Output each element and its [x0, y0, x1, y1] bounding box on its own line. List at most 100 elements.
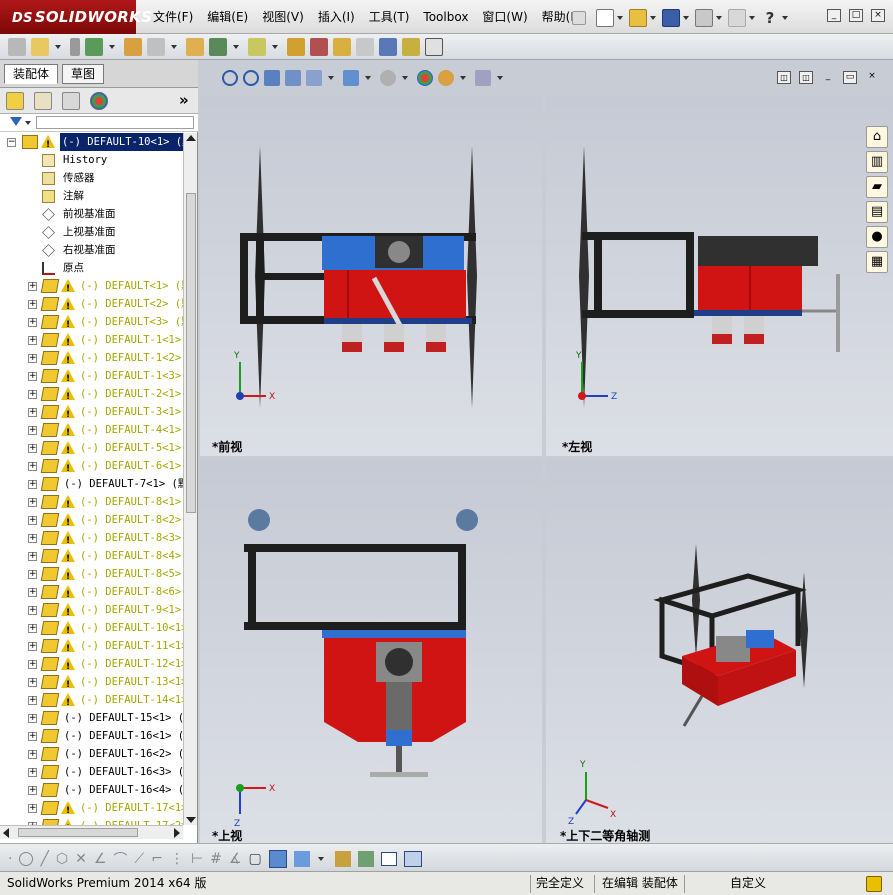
- viewport-front[interactable]: Y X *前视: [200, 96, 542, 456]
- minimize-icon[interactable]: _: [827, 9, 841, 22]
- component-color-icon[interactable]: [357, 851, 374, 867]
- view-settings-icon[interactable]: [475, 70, 491, 86]
- tree-item[interactable]: 右视基准面: [0, 241, 183, 259]
- tree-component[interactable]: + (-) DEFAULT-8<3>: [0, 529, 183, 550]
- display-mode-icon[interactable]: [293, 851, 310, 867]
- filter-icon[interactable]: [10, 117, 22, 126]
- tree-item[interactable]: 传感器: [0, 169, 183, 187]
- tree-component[interactable]: + (-) DEFAULT-1<2>: [0, 349, 183, 370]
- tree-component[interactable]: + (-) DEFAULT-8<4>: [0, 547, 183, 568]
- menu-item[interactable]: Toolbox: [416, 0, 475, 34]
- grid-icon[interactable]: #: [210, 851, 222, 867]
- expand-toggle-icon[interactable]: +: [28, 336, 37, 345]
- expand-toggle-icon[interactable]: +: [28, 750, 37, 759]
- expand-toggle-icon[interactable]: +: [28, 516, 37, 525]
- new-motion-study-icon[interactable]: [287, 37, 305, 56]
- apply-scene-icon[interactable]: [438, 70, 454, 86]
- shaded-cube-icon[interactable]: [268, 850, 287, 868]
- tree-item[interactable]: 原点: [0, 259, 183, 277]
- expand-toggle-icon[interactable]: +: [28, 678, 37, 687]
- polygon-icon[interactable]: ⬡: [56, 851, 68, 867]
- tree-component[interactable]: + (-) DEFAULT-6<1>: [0, 457, 183, 478]
- tree-component[interactable]: + (-) DEFAULT-17<1>: [0, 799, 183, 820]
- close-icon[interactable]: ×: [871, 9, 885, 22]
- print-icon[interactable]: [695, 9, 713, 27]
- assembly-transparency-icon[interactable]: [334, 851, 351, 867]
- interference-icon[interactable]: [379, 37, 397, 56]
- instant3d-icon[interactable]: [425, 37, 443, 56]
- graphics-area[interactable]: ◫ ◫ _ ▭ × Y X *前视 Y Z *左视 X Z *上视 Y X Z …: [200, 60, 893, 843]
- tree-component[interactable]: + (-) DEFAULT-15<1> (默: [0, 709, 183, 727]
- tree-component[interactable]: + (-) DEFAULT-8<2>: [0, 511, 183, 532]
- expand-toggle-icon[interactable]: +: [28, 300, 37, 309]
- expand-toggle-icon[interactable]: +: [28, 534, 37, 543]
- scroll-thumb[interactable]: [186, 193, 196, 513]
- tree-component[interactable]: + (-) DEFAULT-16<4> (默: [0, 781, 183, 799]
- tree-component[interactable]: + (-) DEFAULT-14<1>: [0, 691, 183, 712]
- menu-item[interactable]: 窗口(W): [475, 0, 534, 34]
- cube-icon[interactable]: ▢: [248, 851, 261, 867]
- custom-properties-icon[interactable]: ▦: [866, 251, 888, 273]
- expand-toggle-icon[interactable]: +: [28, 354, 37, 363]
- tree-component[interactable]: + (-) DEFAULT-8<6>: [0, 583, 183, 604]
- tree-component[interactable]: + (-) DEFAULT-12<1>: [0, 655, 183, 676]
- expand-toggle-icon[interactable]: +: [28, 732, 37, 741]
- expand-toggle-icon[interactable]: +: [28, 390, 37, 399]
- expand-toggle-icon[interactable]: +: [28, 498, 37, 507]
- rebuild-icon[interactable]: [866, 876, 882, 892]
- tree-component[interactable]: + (-) DEFAULT-1<3>: [0, 367, 183, 388]
- tree-component[interactable]: + (-) DEFAULT-16<3> (默: [0, 763, 183, 781]
- view-orientation-icon[interactable]: [306, 70, 322, 86]
- edit-appearance-icon[interactable]: [417, 70, 433, 86]
- offset-icon[interactable]: ⌐: [151, 851, 163, 867]
- tree-component[interactable]: + (-) DEFAULT-8<5>: [0, 565, 183, 586]
- expand-toggle-icon[interactable]: +: [28, 426, 37, 435]
- expand-toggle-icon[interactable]: +: [28, 588, 37, 597]
- pin-icon[interactable]: [572, 11, 586, 25]
- expand-toggle-icon[interactable]: +: [28, 480, 37, 489]
- file-explorer-icon[interactable]: ▰: [866, 176, 888, 198]
- tree-component[interactable]: + (-) DEFAULT-10<1>: [0, 619, 183, 640]
- menu-item[interactable]: 编辑(E): [200, 0, 255, 34]
- expand-toggle-icon[interactable]: +: [28, 318, 37, 327]
- expand-toggle-icon[interactable]: +: [28, 714, 37, 723]
- single-view-icon[interactable]: ◫: [799, 71, 813, 84]
- linear-pattern-icon[interactable]: [85, 37, 103, 56]
- link-views-icon[interactable]: ◫: [777, 71, 791, 84]
- expand-toggle-icon[interactable]: +: [28, 624, 37, 633]
- tree-item[interactable]: 注解: [0, 187, 183, 205]
- single-window-icon[interactable]: [380, 852, 397, 866]
- show-hidden-icon[interactable]: [186, 37, 204, 56]
- previous-view-icon[interactable]: [264, 70, 280, 86]
- zoom-to-area-icon[interactable]: [243, 70, 259, 86]
- expand-toggle-icon[interactable]: +: [28, 696, 37, 705]
- fillet-icon[interactable]: ⌒: [113, 849, 127, 869]
- solidworks-resources-icon[interactable]: ⌂: [866, 126, 888, 148]
- expand-toggle-icon[interactable]: +: [28, 606, 37, 615]
- extend-icon[interactable]: ∠: [94, 851, 107, 867]
- mate-icon[interactable]: [70, 37, 80, 56]
- dimension-icon[interactable]: ⊢: [191, 851, 203, 867]
- restore-icon[interactable]: □: [849, 9, 863, 22]
- tree-component[interactable]: + (-) DEFAULT-5<1>: [0, 439, 183, 460]
- tree-item[interactable]: 前视基准面: [0, 205, 183, 223]
- tree-component[interactable]: + (-) DEFAULT-16<2> (默: [0, 745, 183, 763]
- explode-line-icon[interactable]: [356, 37, 374, 56]
- tree-component[interactable]: + (-) DEFAULT-1<1>: [0, 331, 183, 352]
- property-manager-icon[interactable]: [34, 92, 52, 110]
- tree-component[interactable]: + (-) DEFAULT-2<1>: [0, 385, 183, 406]
- help-icon[interactable]: ?: [761, 9, 779, 27]
- menu-item[interactable]: 视图(V): [255, 0, 311, 34]
- tree-component[interactable]: + (-) DEFAULT-13<1>: [0, 673, 183, 694]
- tree-component[interactable]: + (-) DEFAULT-4<1>: [0, 421, 183, 442]
- tab-assembly[interactable]: 装配体: [4, 64, 59, 84]
- section-view-icon[interactable]: [285, 70, 301, 86]
- insert-component-icon[interactable]: [31, 37, 49, 56]
- open-folder-icon[interactable]: [629, 9, 647, 27]
- expand-toggle-icon[interactable]: +: [28, 444, 37, 453]
- menu-item[interactable]: 文件(F): [146, 0, 200, 34]
- viewport-restore-icon[interactable]: ▭: [843, 71, 857, 84]
- bill-of-materials-icon[interactable]: [310, 37, 328, 56]
- clearance-icon[interactable]: [402, 37, 420, 56]
- status-units[interactable]: 自定义: [726, 876, 770, 892]
